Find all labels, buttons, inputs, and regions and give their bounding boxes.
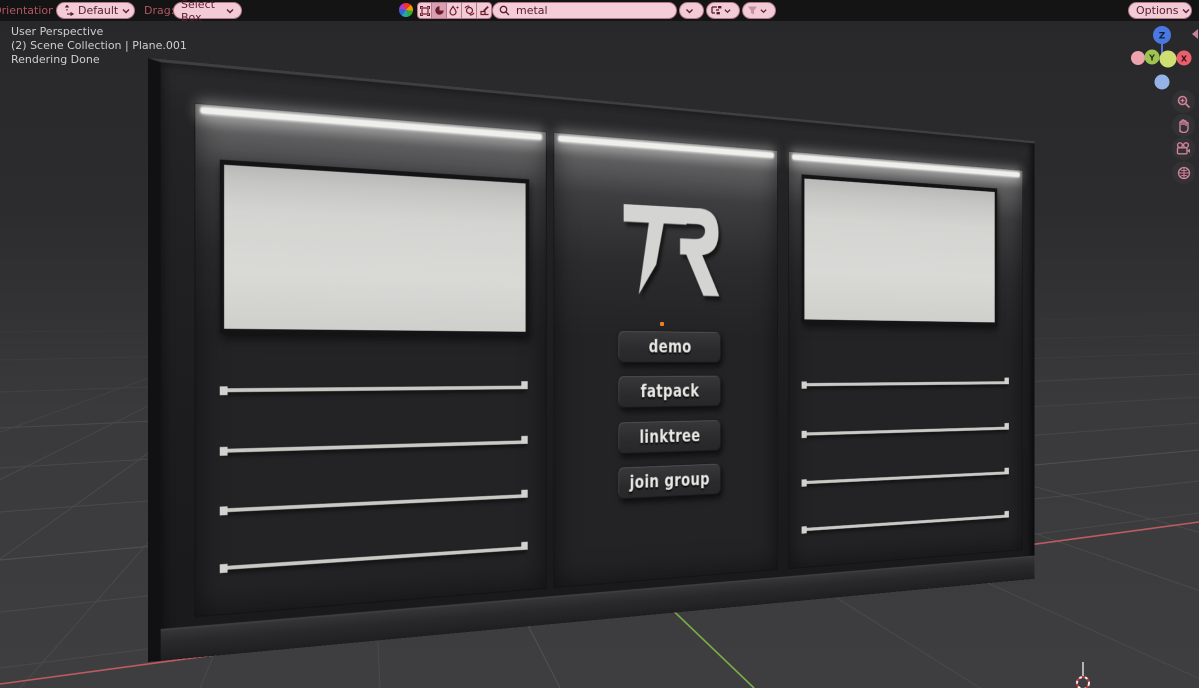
options-label: Options [1136,4,1178,17]
display-wall: TR demo fatpack linktree join group [148,58,1199,662]
render-status: Rendering Done [11,53,187,67]
gizmo-neg-y-ball [1160,51,1177,68]
preview-sphere-toggle[interactable] [432,2,447,19]
frame-region-toggle[interactable] [417,2,432,19]
display-tree-button[interactable] [706,2,740,19]
display-mode-toggle-group [417,2,492,19]
3d-cursor [1068,662,1098,688]
camera-view-button[interactable] [1172,137,1195,160]
world-toggle[interactable] [462,2,477,19]
gizmo-neg-z-ball [1155,75,1170,90]
chevron-down-icon [724,8,731,14]
drag-mode-value: Select Box [181,0,222,24]
drag-mode-dropdown[interactable]: Select Box [173,2,242,19]
svg-text:Y: Y [1148,54,1155,63]
material-sphere-icon [399,3,413,17]
display-screen-right [802,174,998,326]
clothing-rail [222,440,527,453]
viewport-overlay-text: User Perspective (2) Scene Collection | … [11,25,187,67]
tr-logo [615,194,723,307]
linktree-button[interactable]: linktree [618,419,721,454]
clothing-rail [222,494,527,512]
orientation-label: Orientation: [0,0,53,21]
viewport-header: Orientation: Default Drag: Select Box [0,0,1199,21]
pan-hand-button[interactable] [1172,114,1195,137]
wall-panel-right [788,151,1023,569]
orientation-value: Default [78,4,118,17]
led-strip [201,107,542,140]
view-perspective-label: User Perspective [11,25,187,39]
chevron-down-icon [122,8,130,14]
search-field[interactable] [492,2,677,19]
wall-panel-left [194,103,546,617]
svg-text:X: X [1181,55,1188,64]
dropdown-chevron-button[interactable] [679,2,704,19]
zoom-button[interactable] [1172,90,1195,113]
clothing-rail [803,471,1008,484]
chevron-down-icon [226,8,234,14]
chevron-down-icon [685,8,694,14]
tree-list-icon [711,5,722,16]
region-collapse-arrow[interactable] [1192,29,1198,39]
clothing-rail [222,386,527,393]
clothing-rail [803,381,1008,386]
join-group-button[interactable]: join group [618,463,721,499]
transform-orientation-dropdown[interactable]: Default [56,2,135,19]
drag-label: Drag: [144,0,174,21]
object-origin-dot [660,322,664,326]
ortho-grid-button[interactable] [1172,161,1195,184]
chevron-down-icon [1182,8,1190,14]
search-icon [499,5,510,16]
tr-logo-label: TR [554,133,555,134]
clothing-rail [222,546,527,570]
paint-toggle[interactable] [477,2,492,19]
droplet-toggle[interactable] [447,2,462,19]
search-input[interactable] [514,3,648,18]
led-strip [558,136,773,158]
wall-panel-middle: TR demo fatpack linktree join group [554,132,778,588]
orientation-icon [64,5,74,16]
clothing-rail [803,515,1008,532]
filter-funnel-icon [747,5,758,16]
chevron-down-icon [760,8,767,14]
display-wall-backdrop: TR demo fatpack linktree join group [148,58,1034,662]
breadcrumb: (2) Scene Collection | Plane.001 [11,39,187,53]
navigation-gizmo[interactable]: Y X Z [1127,23,1199,95]
demo-button[interactable]: demo [618,330,721,362]
blender-3d-viewport[interactable]: TR demo fatpack linktree join group [0,0,1199,688]
clothing-rail [803,427,1008,436]
led-strip [792,154,1019,177]
svg-text:Z: Z [1159,32,1166,42]
fatpack-button[interactable]: fatpack [618,375,721,408]
options-dropdown[interactable]: Options [1128,2,1192,19]
display-screen-left [220,160,529,337]
filter-button[interactable] [742,2,776,19]
gizmo-neg-x-ball [1131,51,1145,65]
